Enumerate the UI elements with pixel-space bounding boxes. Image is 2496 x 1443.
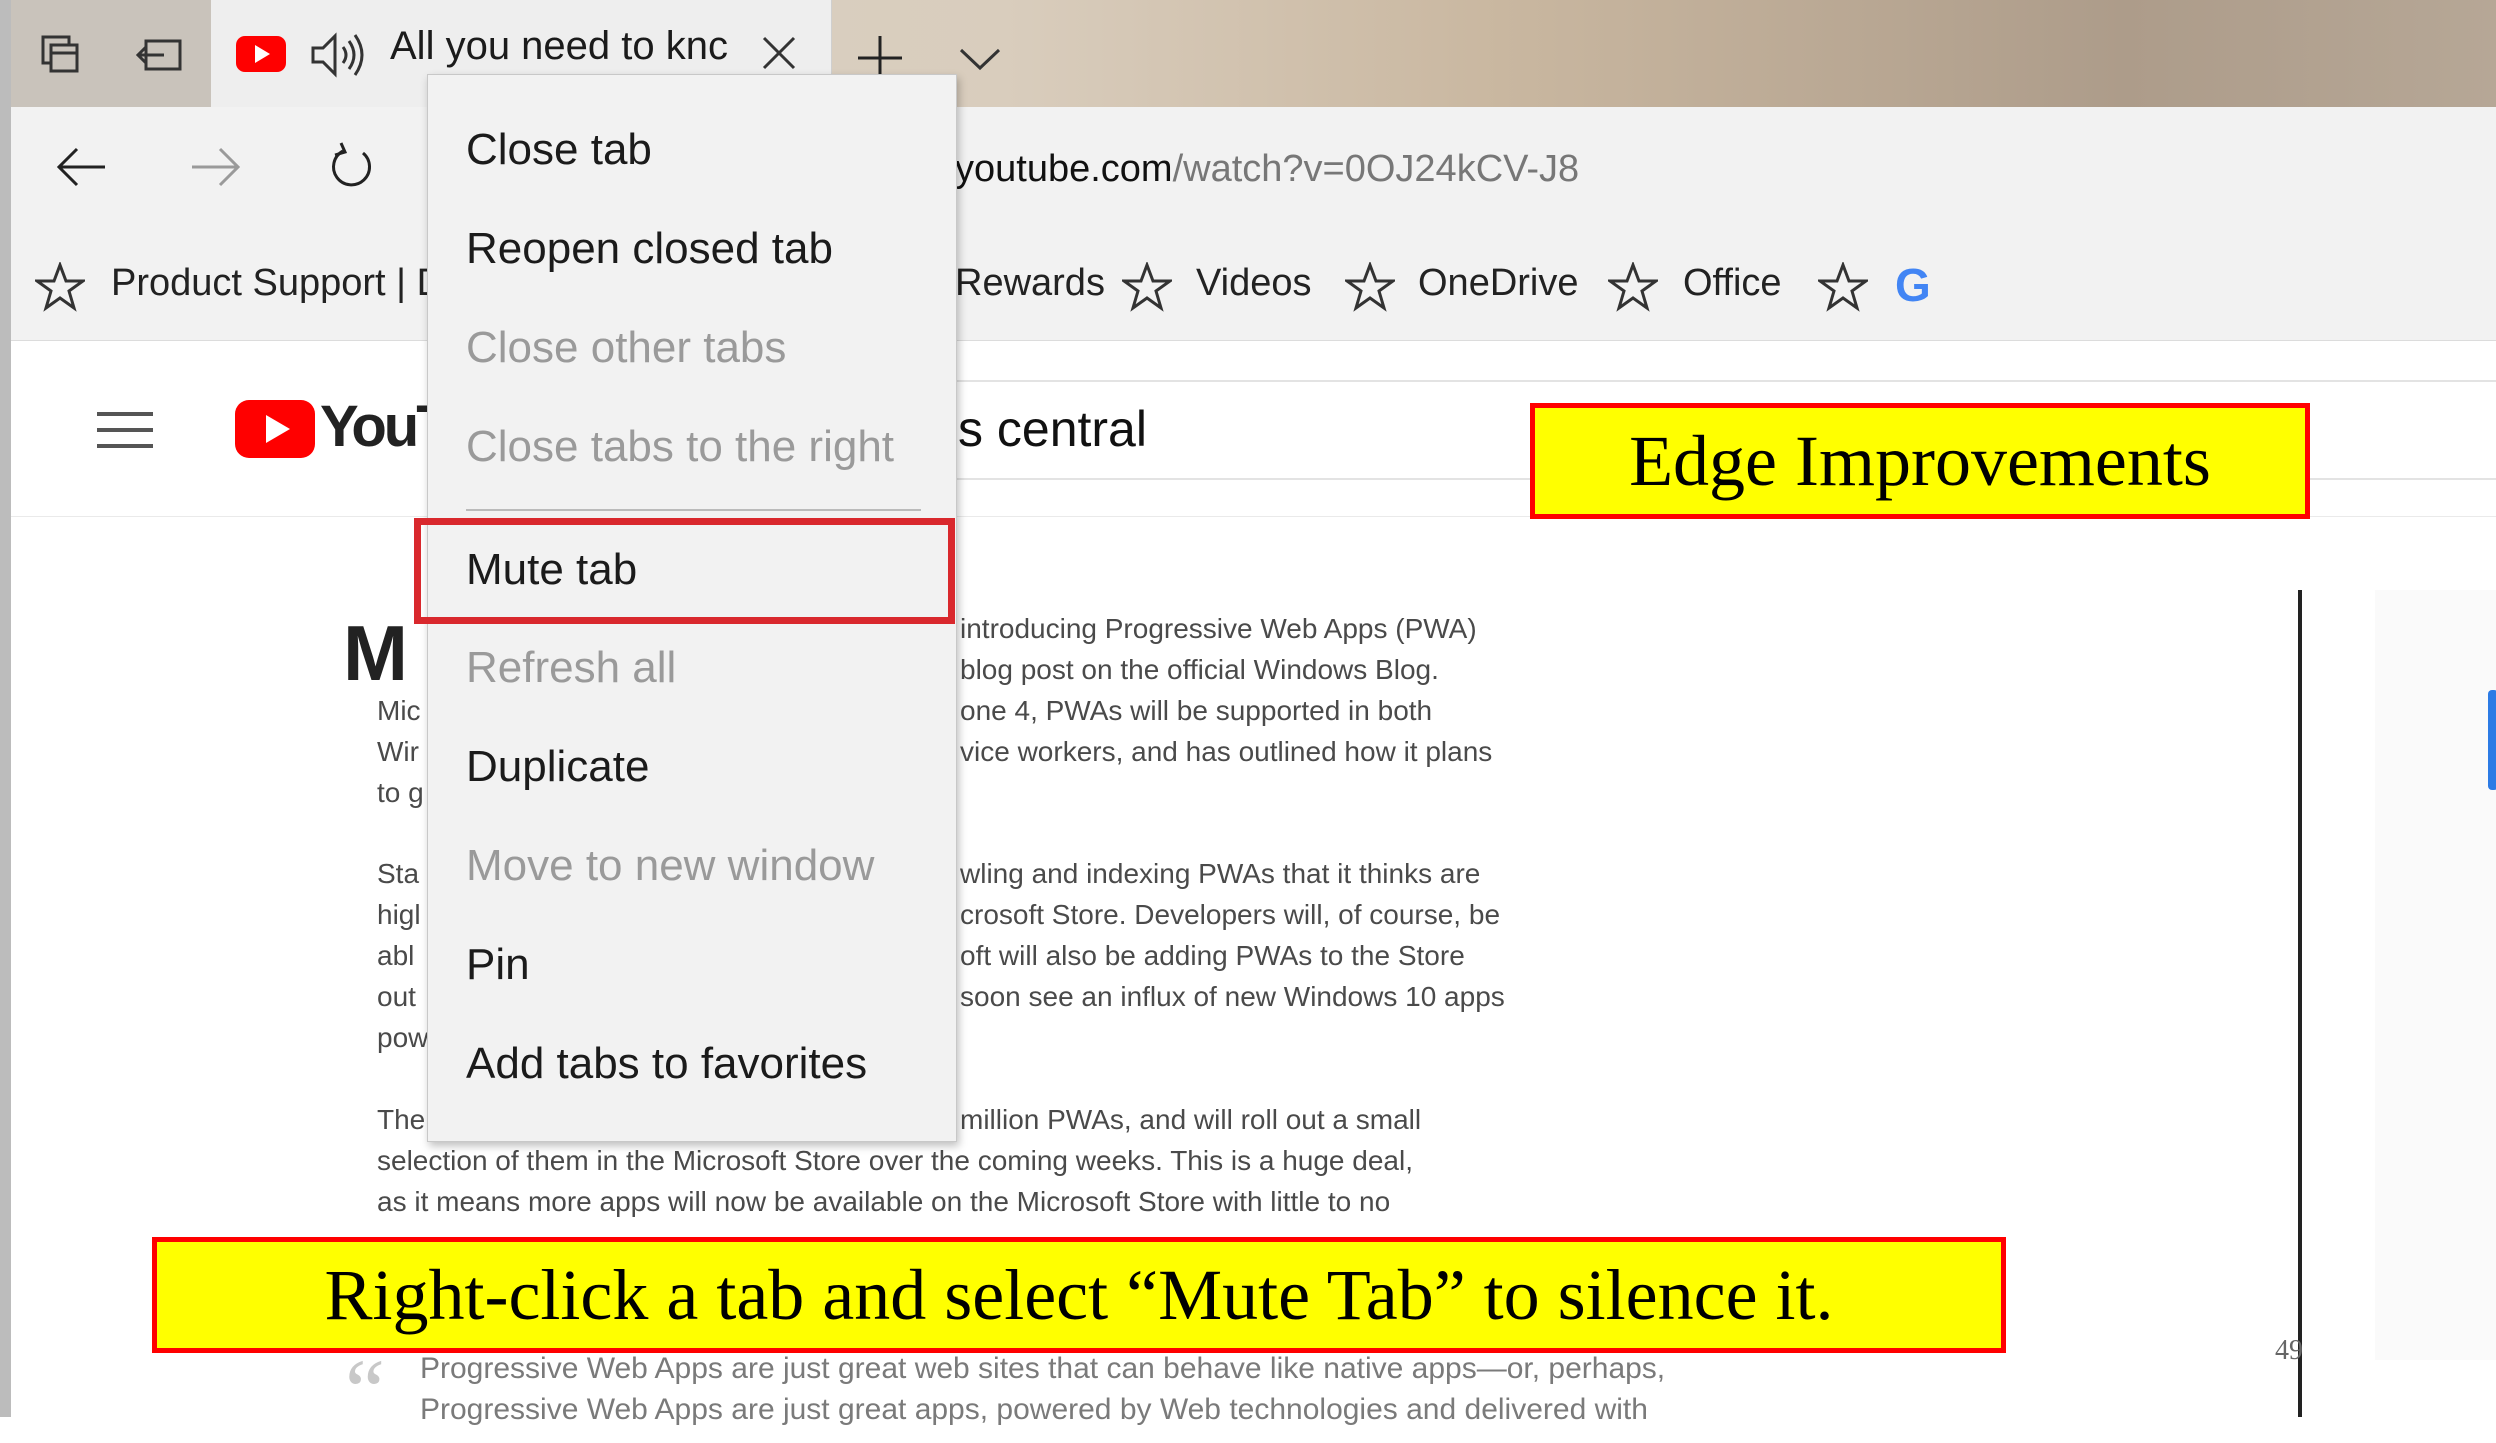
tab-preview-icon[interactable] [31, 25, 91, 85]
article-left-fragment: out [377, 981, 416, 1012]
menu-item-duplicate[interactable]: Duplicate [466, 742, 649, 792]
article-left-fragment: Mic [377, 695, 421, 726]
star-icon [1119, 260, 1175, 317]
article-left-fragment: The [377, 1104, 426, 1135]
menu-item-move-new-window[interactable]: Move to new window [466, 841, 874, 891]
article-line: million PWAs, and will roll out a small [960, 1104, 1422, 1135]
menu-item-close-tabs-right[interactable]: Close tabs to the right [466, 422, 894, 472]
set-aside-icon[interactable] [131, 25, 191, 85]
slide-divider [2298, 590, 2302, 1417]
favorite-onedrive[interactable]: OneDrive [1418, 262, 1579, 305]
address-bar[interactable]: youtube.com/watch?v=0OJ24kCV-J8 [955, 148, 1579, 191]
article-line: blog post on the official Windows Blog. [960, 654, 1439, 685]
menu-item-reopen-closed-tab[interactable]: Reopen closed tab [466, 224, 833, 274]
article-line: vice workers, and has outlined how it pl… [960, 736, 1493, 767]
forward-arrow-icon[interactable] [176, 127, 256, 207]
favorite-rewards[interactable]: Rewards [955, 262, 1105, 305]
article-line: as it means more apps will now be availa… [377, 1186, 1391, 1217]
article-line: one 4, PWAs will be supported in both [960, 695, 1433, 726]
sidebar-button[interactable] [2488, 690, 2496, 790]
menu-item-close-tab[interactable]: Close tab [466, 125, 652, 175]
article-left-fragment: abl [377, 940, 415, 971]
right-sidebar [2375, 590, 2496, 1360]
youtube-logo-text: YouTu [320, 394, 427, 459]
favorite-product-support[interactable]: Product Support | D [111, 262, 427, 305]
article-left-fragment: higl [377, 899, 421, 930]
star-icon [1815, 260, 1871, 317]
google-favicon[interactable]: G [1895, 258, 1931, 312]
article-dropcap: M [343, 609, 408, 697]
youtube-favicon [236, 36, 286, 72]
url-path: /watch?v=0OJ24kCV-J8 [1172, 148, 1580, 190]
mute-tab-highlight [414, 518, 955, 624]
article-line: soon see an influx of new Windows 10 app… [960, 981, 1505, 1012]
quote-line: Progressive Web Apps are just great web … [420, 1352, 1666, 1385]
menu-item-add-tabs-favorites[interactable]: Add tabs to favorites [466, 1039, 867, 1089]
star-icon [1342, 260, 1398, 317]
refresh-icon[interactable] [311, 127, 391, 207]
search-input[interactable]: s central [958, 400, 1147, 458]
star-icon [1605, 260, 1661, 317]
youtube-logo-icon[interactable] [235, 400, 315, 463]
search-box-top [955, 380, 2496, 382]
url-host: youtube.com [955, 148, 1173, 190]
quote-mark-icon: “ [345, 1342, 385, 1441]
article-line: wling and indexing PWAs that it thinks a… [960, 858, 1481, 889]
article-left-fragment: Wir [377, 736, 419, 767]
favorite-videos[interactable]: Videos [1196, 262, 1312, 305]
close-icon[interactable] [750, 22, 810, 82]
page-number: 49 [2275, 1335, 2303, 1366]
menu-item-close-other-tabs[interactable]: Close other tabs [466, 323, 786, 373]
menu-item-pin[interactable]: Pin [466, 940, 530, 990]
menu-item-refresh-all[interactable]: Refresh all [466, 643, 676, 693]
article-line: introducing Progressive Web Apps (PWA) [960, 613, 1477, 644]
article-left-fragment: to g [377, 777, 424, 808]
quote-line: Progressive Web Apps are just great apps… [420, 1393, 1648, 1426]
article-left-fragment: pow [377, 1022, 427, 1053]
article-line: oft will also be adding PWAs to the Stor… [960, 940, 1465, 971]
article-line: crosoft Store. Developers will, of cours… [960, 899, 1501, 930]
title-callout: Edge Improvements [1530, 403, 2310, 519]
speaker-icon[interactable] [309, 30, 369, 80]
window-frame [0, 0, 11, 1417]
hamburger-menu-icon[interactable] [95, 410, 155, 455]
tip-callout: Right-click a tab and select “Mute Tab” … [152, 1237, 2006, 1353]
tab-actions [11, 0, 211, 107]
article-left-fragment: Sta [377, 858, 420, 889]
tab-title: All you need to knc [390, 24, 728, 68]
favorite-office[interactable]: Office [1683, 262, 1782, 305]
back-arrow-icon[interactable] [41, 127, 121, 207]
menu-separator [466, 509, 921, 511]
star-icon [32, 260, 88, 317]
article-line: selection of them in the Microsoft Store… [377, 1145, 1413, 1176]
